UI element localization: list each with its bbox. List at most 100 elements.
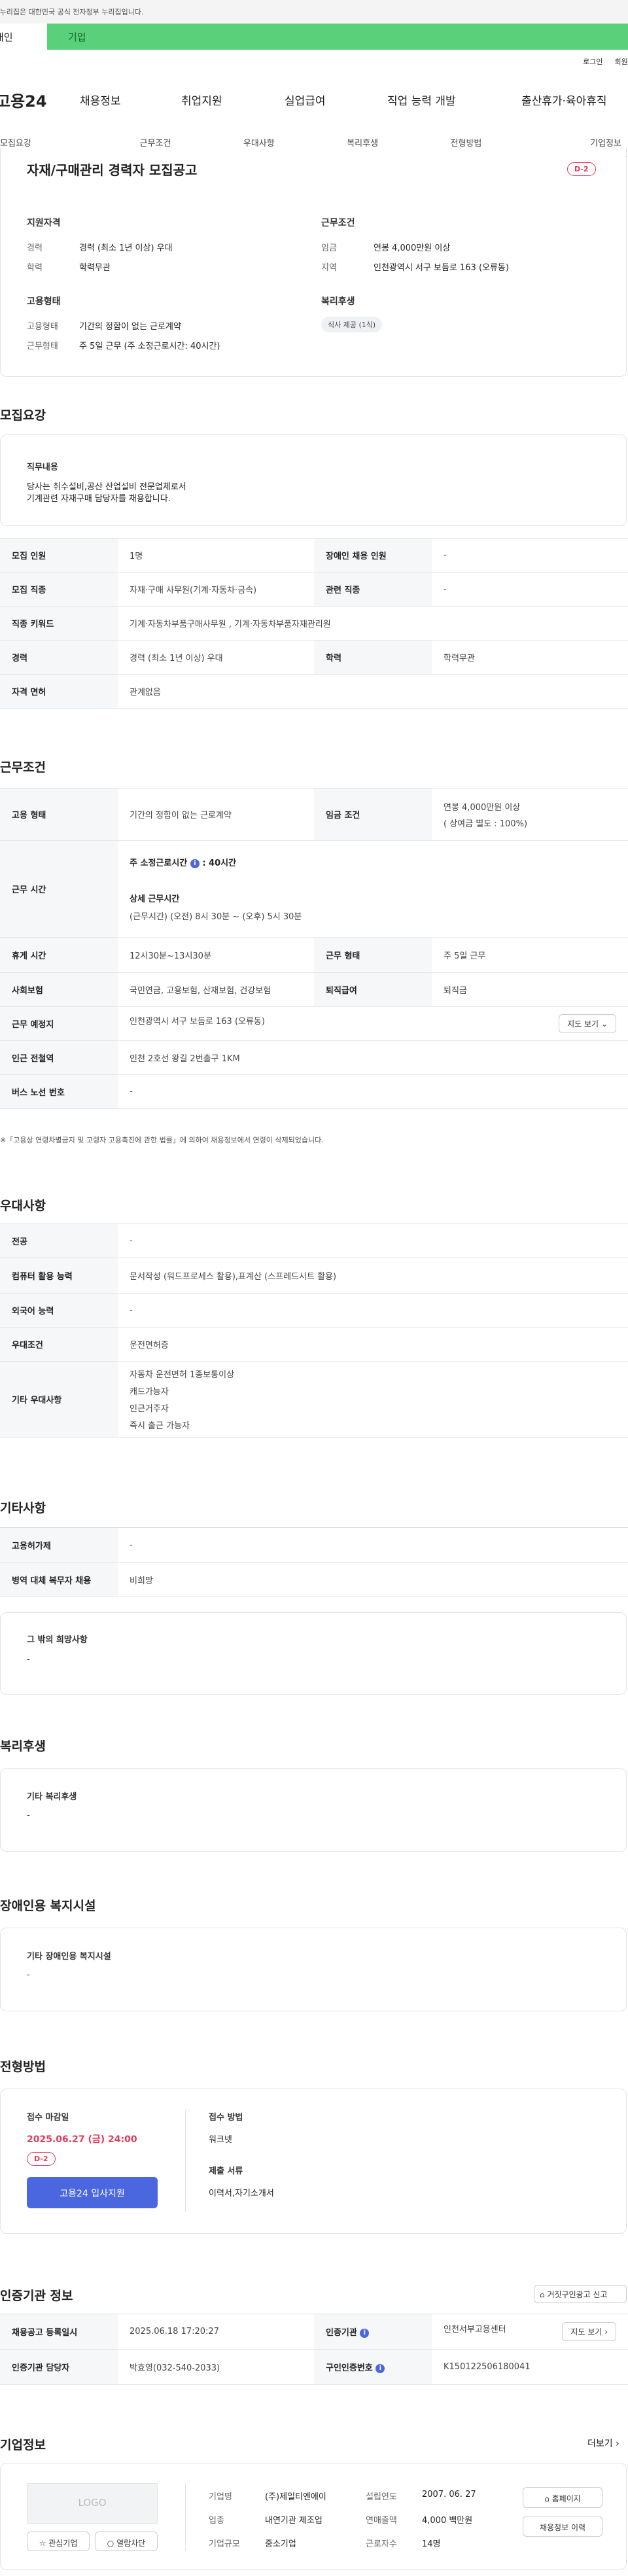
region-label: 지역 (321, 263, 337, 273)
pref-item: 즉시 출근 가능자 (130, 1421, 190, 1431)
favorite-button[interactable]: ☆ 관심기업 (27, 2532, 90, 2551)
info-icon[interactable]: i (360, 2328, 370, 2338)
work-form-label: 근무형태 (27, 342, 58, 351)
info-icon[interactable]: i (190, 858, 200, 868)
screening-card: 접수 마감일 2025.06.27 (금) 24:00 D-2 고용24 입사지… (0, 2089, 627, 2234)
cell-value: 주 5일 근무 (432, 937, 628, 973)
gnb-item-training[interactable]: 직업 능력 개발 (387, 92, 521, 108)
cell-label: 장애인 채용 인원 (314, 538, 432, 573)
screening-divider (185, 2110, 186, 2212)
tab-company[interactable]: 기업 (47, 24, 628, 50)
deadline-value: 2025.06.27 (금) 24:00 (27, 2134, 137, 2145)
cell-label: 전공 (0, 1224, 118, 1258)
welfare-heading: 복리후생 (321, 296, 355, 307)
company-divider (185, 2483, 186, 2551)
cell-value: 국민연금, 고용보험, 산재보험, 건강보험 (118, 972, 314, 1007)
disabled-heading: 장애인용 복지시설 (0, 1899, 96, 1913)
cell-value: 퇴직금 (432, 972, 628, 1007)
gnb-item-unemployment[interactable]: 실업급여 (285, 92, 387, 108)
map-button[interactable]: 지도 보기 › (562, 2322, 616, 2341)
work-form-value: 주 5일 근무 (주 소정근로시간: 40시간) (79, 342, 220, 351)
gnb-menu: 채용정보 취업지원 실업급여 직업 능력 개발 출산휴가·육아휴직 (80, 92, 607, 108)
recruit-heading: 모집요강 (0, 408, 46, 423)
company-name-label: 기업명 (209, 2492, 232, 2502)
hope-card: 그 밖의 희망사항 - (0, 1612, 627, 1695)
work-place-value: 인천광역시 서구 보듬로 163 (오류동) (130, 1017, 265, 1027)
block-icon: ○ (107, 2539, 114, 2548)
other-table: 고용허가제 - 병역 대체 복무자 채용 비희망 (0, 1527, 628, 1597)
detail-hours-value: (근무시간) (오전) 8시 30분 ~ (오후) 5시 30분 (130, 912, 302, 922)
cell-value: 기계·자동차부품구매사무원 , 기계·자동차부품자재관리원 (118, 606, 628, 641)
report-button[interactable]: ⌂ 거짓구인광고 신고 (534, 2285, 627, 2303)
welfare-card: 기타 복리후생 - (0, 1768, 627, 1852)
emp-type-label: 고용형태 (27, 322, 58, 332)
cell-label: 근무 예정지 (0, 1006, 118, 1041)
gov-notice-bar: 이 누리집은 대한민국 공식 전자정부 누리집입니다. (0, 0, 628, 24)
gnb-item-parental-leave[interactable]: 출산휴가·육아휴직 (521, 92, 607, 108)
cell-label: 근무 시간 (0, 840, 118, 938)
cert-no-label: 구인인증번호 (326, 2363, 373, 2373)
cell-label: 인근 전철역 (0, 1040, 118, 1075)
summary-card: 자재/구매관리 경력자 모집공고 D-2 지원자격 경력 경력 (최소 1년 이… (0, 148, 627, 377)
age-notice: ※「고용상 연령차별금지 및 고령자 고용촉진에 관한 법률」에 의하여 채용정… (0, 1136, 324, 1144)
size-value: 중소기업 (265, 2539, 296, 2549)
gnb-item-employment-support[interactable]: 취업지원 (181, 92, 285, 108)
cell-label: 우대조건 (0, 1327, 118, 1362)
wage-line1: 연봉 4,000만원 이상 (444, 802, 521, 813)
tab-personal[interactable]: 개인 (0, 24, 47, 50)
cell-value: - (118, 1074, 628, 1109)
method-label: 접수 방법 (209, 2113, 243, 2123)
pref-item: 캐드가능자 (130, 1387, 169, 1397)
cell-value: 기간의 정함이 없는 근로계약 (118, 788, 314, 841)
docs-label: 제출 서류 (209, 2166, 243, 2176)
cell-value: - (432, 538, 628, 573)
cell-label: 휴게 시간 (0, 937, 118, 973)
join-link[interactable]: 회원가입 (615, 56, 628, 67)
cell-label: 채용공고 등록일시 (0, 2314, 118, 2350)
cell-value: 1명 (118, 538, 314, 573)
report-button-label: 거짓구인광고 신고 (547, 2290, 608, 2299)
job-desc-card: 직무내용 당사는 취수설비,공산 산업설비 전문업체로서 기계관련 자재구매 담… (0, 434, 627, 526)
career-label: 경력 (27, 243, 43, 253)
cell-label: 경력 (0, 640, 118, 675)
cell-value: 인천 2호선 왕길 2번출구 1KM (118, 1040, 628, 1075)
sales-value: 4,000 백만원 (422, 2516, 473, 2526)
work-heading: 근무조건 (0, 760, 46, 775)
hiring-history-button[interactable]: 채용정보 이력 (523, 2516, 602, 2537)
map-button[interactable]: 지도 보기 ⌄ (559, 1014, 616, 1033)
cell-value: 경력 (최소 1년 이상) 우대 (118, 640, 314, 675)
hope-title: 그 밖의 희망사항 (27, 1635, 88, 1645)
disabled-value: - (27, 1970, 30, 1980)
condition-heading: 근무조건 (321, 218, 355, 228)
disabled-title: 기타 장애인용 복지시설 (27, 1952, 111, 1962)
dday-badge: D-2 (27, 2152, 56, 2166)
favorite-label: 관심기업 (48, 2539, 78, 2548)
gnb-item-jobs[interactable]: 채용정보 (80, 92, 181, 108)
wage-value: 연봉 4,000만원 이상 (374, 243, 451, 253)
cell-value: K150122506180041 (432, 2349, 628, 2385)
map-button-label: 지도 보기 (567, 1019, 599, 1029)
company-more-link[interactable]: 더보기 › (587, 2437, 619, 2450)
docs-value: 이력서,자기소개서 (209, 2189, 274, 2198)
cell-value: 주 소정근로시간 i : 40시간 상세 근무시간 (근무시간) (오전) 8시… (118, 840, 628, 938)
login-link[interactable]: 로그인 (583, 56, 602, 67)
cert-table: 채용공고 등록일시 2025.06.18 17:20:27 인증기관 i 인천서부고용… (0, 2314, 628, 2385)
apply-button[interactable]: 고용24 입사지원 (27, 2177, 158, 2208)
homepage-button[interactable]: ⌂ 홈페이지 (523, 2487, 602, 2508)
edu-label: 학력 (27, 263, 43, 273)
welfare-value: - (27, 1810, 30, 1820)
cell-label: 고용 형태 (0, 788, 118, 841)
site-logo[interactable]: 고용24 (0, 88, 80, 111)
cell-value: 자재·구매 사무원(기계·자동차·금속) (118, 572, 314, 607)
util-links: 로그인 회원가입 (583, 56, 628, 67)
info-icon[interactable]: i (375, 2363, 385, 2373)
block-button[interactable]: ○ 열람차단 (95, 2532, 158, 2551)
disabled-card: 기타 장애인용 복지시설 - (0, 1928, 627, 2011)
wage-line2: ( 상여금 별도 : 100%) (444, 819, 528, 829)
cell-label: 구인인증번호 i (314, 2349, 432, 2385)
cell-label: 직종 키워드 (0, 606, 118, 641)
cell-value: 관계없음 (118, 674, 628, 709)
cell-value: - (118, 1293, 628, 1328)
hope-value: - (27, 1655, 30, 1665)
cell-label: 임금 조건 (314, 788, 432, 841)
